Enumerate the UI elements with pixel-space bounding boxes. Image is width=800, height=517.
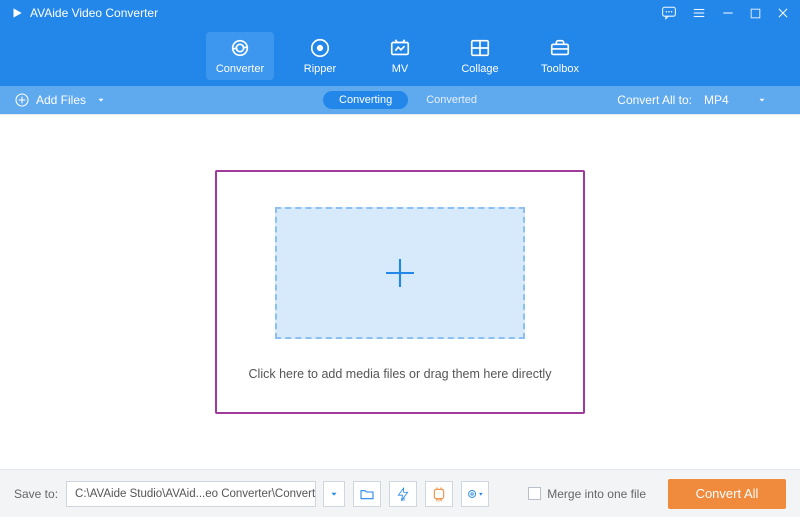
add-files-button[interactable]: Add Files [14, 92, 106, 108]
high-speed-button[interactable]: ON [425, 481, 453, 507]
app-logo: AVAide Video Converter [10, 6, 158, 20]
open-folder-button[interactable] [353, 481, 381, 507]
tab-converting[interactable]: Converting [323, 91, 408, 109]
subbar: Add Files Converting Converted Convert A… [0, 86, 800, 114]
tab-converted[interactable]: Converted [426, 94, 477, 106]
convert-all-button[interactable]: Convert All [668, 479, 786, 509]
output-format-value: MP4 [704, 93, 729, 107]
tab-collage[interactable]: Collage [446, 32, 514, 80]
ripper-icon [309, 37, 331, 59]
merge-checkbox[interactable]: Merge into one file [528, 487, 646, 501]
add-files-label: Add Files [36, 93, 86, 107]
converter-icon [229, 37, 251, 59]
chevron-down-icon [757, 95, 767, 105]
tab-collage-label: Collage [461, 63, 498, 75]
dropzone-frame: Click here to add media files or drag th… [215, 170, 585, 414]
chip-icon: ON [431, 486, 447, 502]
folder-icon [359, 486, 375, 502]
checkbox-box [528, 487, 541, 500]
lightning-icon: off [396, 486, 410, 502]
chevron-down-icon [329, 489, 339, 499]
collage-icon [469, 37, 491, 59]
output-format-select[interactable]: MP4 [700, 91, 786, 109]
dropzone[interactable] [275, 207, 525, 339]
close-button[interactable] [776, 6, 790, 20]
conversion-tabs: Converting Converted [323, 91, 477, 109]
hardware-accel-button[interactable]: off [389, 481, 417, 507]
toolbox-icon [549, 37, 571, 59]
feedback-icon[interactable] [661, 6, 677, 20]
tab-ripper-label: Ripper [304, 63, 336, 75]
maximize-button[interactable] [749, 7, 762, 20]
app-title: AVAide Video Converter [30, 6, 158, 20]
dropzone-hint: Click here to add media files or drag th… [249, 367, 552, 381]
main-toolbar: Converter Ripper MV Collage Toolbox [0, 26, 800, 86]
gear-icon [466, 487, 484, 501]
tab-toolbox-label: Toolbox [541, 63, 579, 75]
settings-button[interactable] [461, 481, 489, 507]
titlebar: AVAide Video Converter [0, 0, 800, 26]
menu-icon[interactable] [691, 6, 707, 20]
tab-converter-label: Converter [216, 63, 264, 75]
merge-label: Merge into one file [547, 487, 646, 501]
window-controls [661, 6, 790, 20]
save-path-dropdown[interactable] [323, 481, 345, 507]
play-triangle-icon [10, 6, 24, 20]
plus-circle-icon [14, 92, 30, 108]
plus-icon [379, 252, 421, 294]
footer: Save to: C:\AVAide Studio\AVAid...eo Con… [0, 469, 800, 517]
svg-text:off: off [401, 497, 406, 502]
chevron-down-icon [96, 95, 106, 105]
tab-converter[interactable]: Converter [206, 32, 274, 80]
save-path-field[interactable]: C:\AVAide Studio\AVAid...eo Converter\Co… [66, 481, 316, 507]
convert-all-to-label: Convert All to: [617, 93, 692, 107]
tab-toolbox[interactable]: Toolbox [526, 32, 594, 80]
minimize-button[interactable] [721, 6, 735, 20]
tab-mv[interactable]: MV [366, 32, 434, 80]
tab-mv-label: MV [392, 63, 409, 75]
main-area: Click here to add media files or drag th… [0, 115, 800, 469]
tab-ripper[interactable]: Ripper [286, 32, 354, 80]
mv-icon [389, 37, 411, 59]
svg-text:ON: ON [436, 497, 442, 502]
save-to-label: Save to: [14, 487, 58, 501]
